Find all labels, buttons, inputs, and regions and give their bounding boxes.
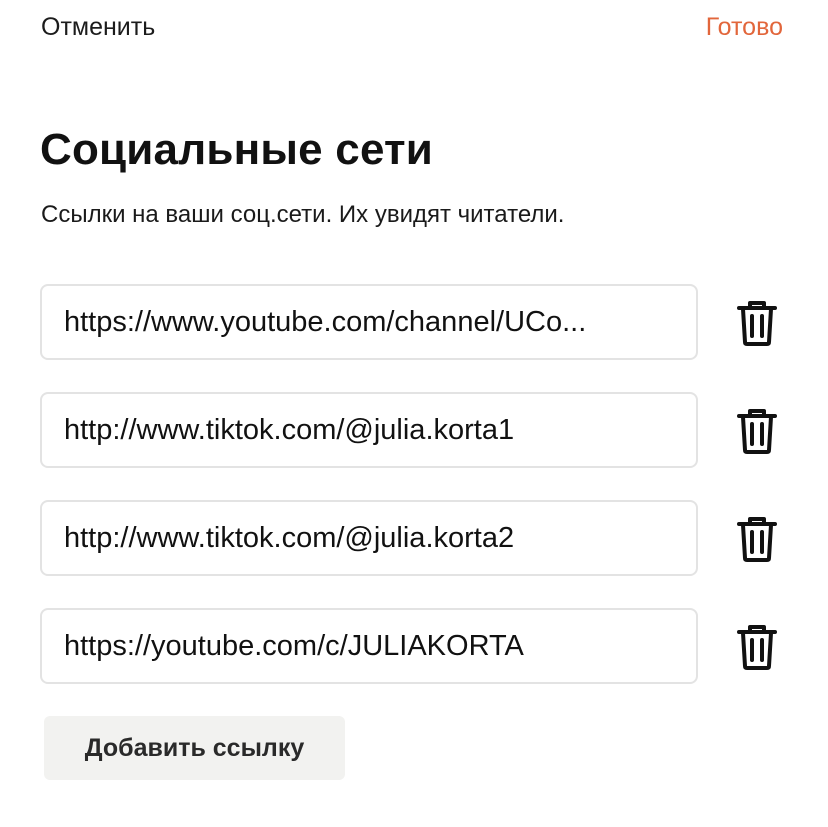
- link-row: [40, 284, 790, 360]
- done-button[interactable]: Готово: [706, 13, 783, 42]
- delete-link-button[interactable]: [736, 624, 782, 670]
- delete-link-button[interactable]: [736, 300, 782, 346]
- link-input[interactable]: [40, 284, 698, 360]
- page-title: Социальные сети: [40, 125, 434, 174]
- delete-link-button[interactable]: [736, 516, 782, 562]
- social-links-list: [40, 284, 790, 716]
- cancel-button[interactable]: Отменить: [41, 13, 155, 42]
- link-input[interactable]: [40, 392, 698, 468]
- top-bar: Отменить Готово: [0, 0, 828, 62]
- trash-icon: [737, 625, 777, 670]
- add-link-button[interactable]: Добавить ссылку: [44, 716, 345, 780]
- link-row: [40, 608, 790, 684]
- trash-icon: [737, 301, 777, 346]
- link-input[interactable]: [40, 500, 698, 576]
- page-subtitle: Ссылки на ваши соц.сети. Их увидят читат…: [41, 201, 565, 228]
- link-input[interactable]: [40, 608, 698, 684]
- link-row: [40, 500, 790, 576]
- trash-icon: [737, 409, 777, 454]
- delete-link-button[interactable]: [736, 408, 782, 454]
- link-row: [40, 392, 790, 468]
- trash-icon: [737, 517, 777, 562]
